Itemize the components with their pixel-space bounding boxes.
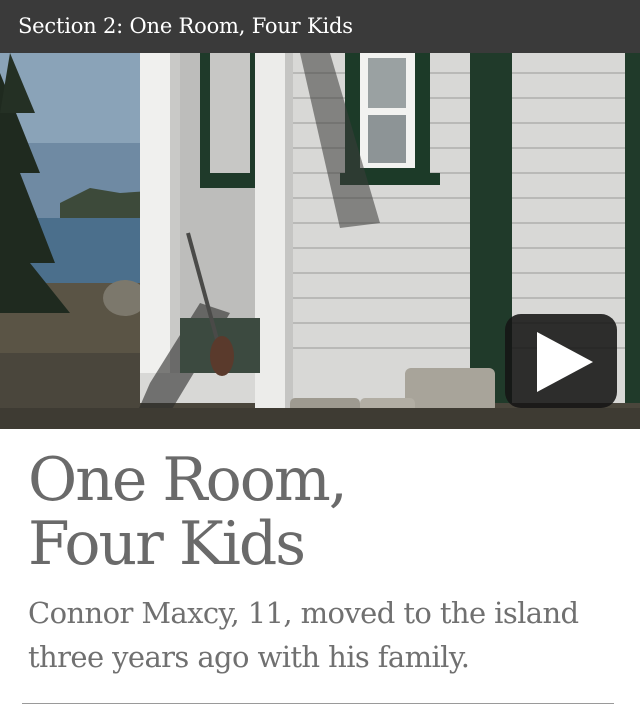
title-line-1: One Room, [28, 445, 348, 515]
divider [22, 703, 614, 704]
play-icon [537, 332, 593, 392]
section-header: Section 2: One Room, Four Kids [0, 0, 640, 53]
video-player[interactable] [0, 53, 640, 429]
title-line-2: Four Kids [28, 509, 306, 579]
article-title: One Room, Four Kids [28, 448, 628, 576]
article-subtitle: Connor Maxcy, 11, moved to the island th… [28, 596, 579, 674]
section-title: Section 2: One Room, Four Kids [18, 14, 353, 38]
play-button[interactable] [505, 314, 617, 408]
